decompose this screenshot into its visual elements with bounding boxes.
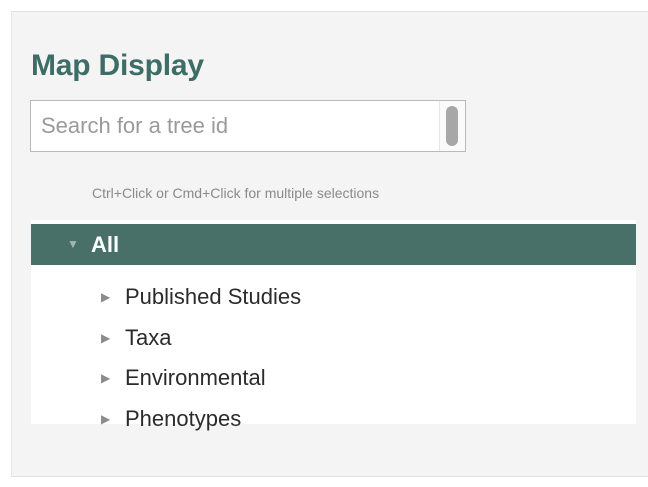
triangle-right-icon[interactable]: ▶: [101, 330, 110, 346]
tree-item-phenotypes[interactable]: ▶ Phenotypes: [31, 399, 636, 439]
tree-view: ▼ All ▶ Published Studies ▶ Taxa ▶ Envir…: [31, 220, 636, 431]
triangle-right-icon[interactable]: ▶: [101, 411, 110, 427]
tree-item-taxa[interactable]: ▶ Taxa: [31, 318, 636, 358]
tree-item-environmental[interactable]: ▶ Environmental: [31, 358, 636, 398]
triangle-right-icon[interactable]: ▶: [101, 289, 110, 305]
tree-item-label: Phenotypes: [125, 406, 242, 431]
tree-item-published-studies[interactable]: ▶ Published Studies: [31, 277, 636, 317]
panel-title: Map Display: [31, 49, 204, 82]
triangle-right-icon[interactable]: ▶: [101, 370, 110, 386]
tree-root-label: All: [91, 232, 120, 257]
tree-item-label: Taxa: [125, 325, 172, 350]
search-box[interactable]: [30, 100, 466, 152]
selection-hint: Ctrl+Click or Cmd+Click for multiple sel…: [92, 185, 380, 201]
tree-item-label: Published Studies: [125, 284, 302, 309]
triangle-down-icon[interactable]: ▼: [67, 236, 79, 252]
tree-item-label: Environmental: [125, 365, 266, 390]
tree-root-all[interactable]: ▼ All: [31, 224, 636, 265]
search-input[interactable]: [31, 101, 431, 151]
scrollbar-thumb[interactable]: [446, 106, 458, 146]
search-scrollbar[interactable]: [439, 101, 465, 151]
map-display-panel: Map Display Ctrl+Click or Cmd+Click for …: [11, 11, 648, 477]
